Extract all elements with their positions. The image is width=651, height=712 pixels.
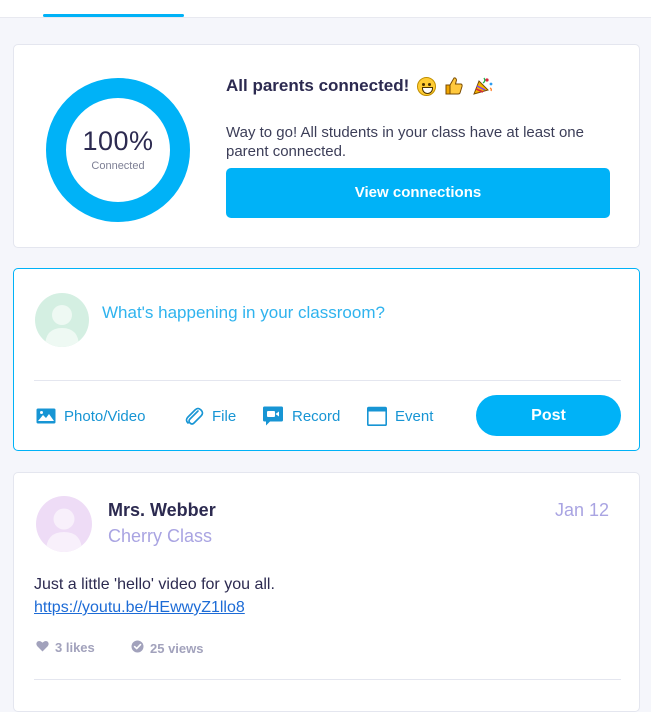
event-label: Event — [395, 407, 434, 425]
grinning-face-icon — [417, 76, 437, 96]
post-body-text: Just a little 'hello' video for you all. — [34, 576, 275, 593]
connections-description: Way to go! All students in your class ha… — [226, 124, 584, 160]
active-tab-indicator — [43, 14, 184, 17]
parent-connections-card: 100% Connected All parents connected! Wa… — [13, 44, 640, 248]
connections-title: All parents connected! — [226, 76, 494, 96]
event-button[interactable]: Event — [367, 405, 433, 427]
connections-title-text: All parents connected! — [226, 76, 410, 95]
connection-donut: 100% Connected — [44, 76, 192, 224]
paperclip-icon — [184, 405, 204, 427]
teacher-avatar — [35, 293, 89, 347]
connection-percent: 100% — [82, 126, 154, 156]
photo-video-button[interactable]: Photo/Video — [36, 405, 145, 427]
views-count: 25 views — [131, 640, 204, 656]
post-video-link[interactable]: https://youtu.be/HEwwyZ1llo8 — [34, 597, 245, 618]
connection-percent-caption: Connected — [91, 160, 145, 172]
video-record-icon — [262, 406, 284, 426]
record-button[interactable]: Record — [262, 405, 340, 427]
post-class-name[interactable]: Cherry Class — [108, 526, 212, 547]
author-avatar[interactable] — [36, 496, 92, 552]
photo-icon — [36, 408, 56, 424]
calendar-icon — [367, 406, 387, 426]
post-composer-card: What's happening in your classroom? Phot… — [13, 268, 640, 451]
record-label: Record — [292, 407, 341, 425]
views-label: 25 views — [150, 640, 204, 656]
default-avatar-icon — [45, 305, 79, 347]
party-popper-icon — [472, 76, 494, 96]
default-avatar-icon — [46, 508, 82, 552]
likes-count[interactable]: 3 likes — [36, 640, 95, 655]
photo-video-label: Photo/Video — [64, 407, 146, 425]
story-post-card: Mrs. Webber Cherry Class Jan 12 Just a l… — [13, 472, 640, 712]
composer-prompt-input[interactable]: What's happening in your classroom? — [102, 303, 385, 323]
composer-divider — [34, 380, 621, 381]
thumbs-up-icon — [444, 76, 464, 96]
top-tab-strip — [0, 0, 651, 18]
likes-label: 3 likes — [55, 640, 95, 655]
view-connections-button[interactable]: View connections — [226, 168, 610, 218]
post-author-name[interactable]: Mrs. Webber — [108, 500, 216, 521]
post-date: Jan 12 — [555, 500, 610, 520]
check-circle-icon — [131, 640, 144, 656]
post-divider — [34, 679, 621, 680]
file-button[interactable]: File — [184, 405, 236, 427]
file-label: File — [212, 407, 237, 425]
post-button[interactable]: Post — [476, 395, 621, 436]
heart-icon — [36, 640, 49, 655]
